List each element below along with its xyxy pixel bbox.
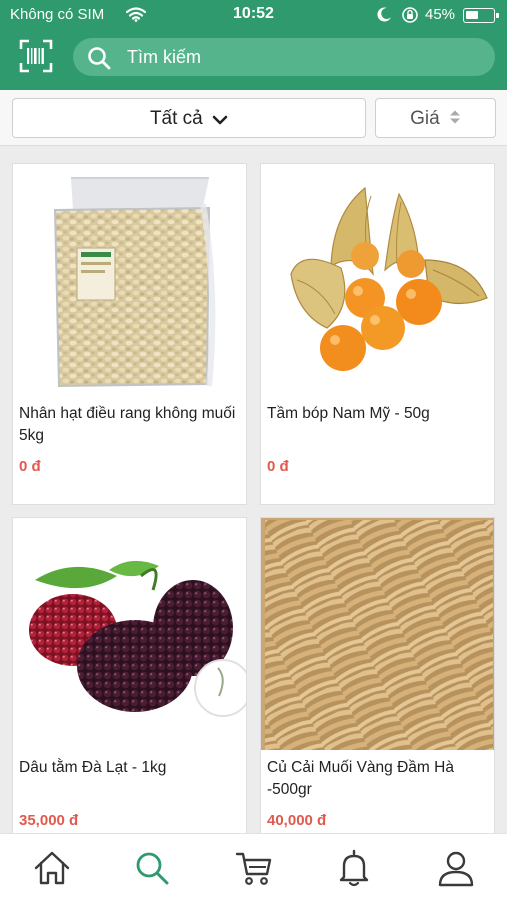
product-name: Nhân hạt điều rang không muối 5kg <box>19 405 236 444</box>
battery-icon <box>463 8 499 23</box>
barcode-scan-icon[interactable] <box>18 38 54 74</box>
physalis-image <box>261 164 494 396</box>
chevron-down-icon <box>212 115 228 125</box>
price-sort-button[interactable]: Giá <box>375 98 496 138</box>
mulberry-image <box>13 518 246 750</box>
product-price: 0 đ <box>267 458 289 475</box>
search-icon[interactable] <box>132 848 172 888</box>
bell-icon[interactable] <box>334 848 374 888</box>
category-dropdown[interactable]: Tất cả <box>12 98 366 138</box>
rotation-lock-icon <box>401 6 419 28</box>
product-price: 0 đ <box>19 458 41 475</box>
filter-bar: Tất cả Giá <box>0 90 507 146</box>
user-icon[interactable] <box>436 848 476 888</box>
product-card[interactable]: Dâu tằm Đà Lạt - 1kg 35,000 đ <box>12 517 247 847</box>
search-icon <box>87 46 111 75</box>
category-dropdown-label: Tất cả <box>149 108 203 129</box>
product-card[interactable]: Tầm bóp Nam Mỹ - 50g 0 đ <box>260 163 495 505</box>
app-header: Không có SIM 10:52 45% Tìm kiếm <box>0 0 507 90</box>
product-card[interactable]: Nhân hạt điều rang không muối 5kg 0 đ <box>12 163 247 505</box>
battery-percent: 45% <box>425 6 456 23</box>
moon-icon <box>377 6 393 26</box>
product-price: 35,000 đ <box>19 812 79 829</box>
battery-level <box>466 11 478 19</box>
home-icon[interactable] <box>32 848 72 888</box>
product-name: Dâu tằm Đà Lạt - 1kg <box>19 759 167 776</box>
sort-icon <box>449 110 460 124</box>
product-name: Củ Cải Muối Vàng Đầm Hà -500gr <box>267 759 454 798</box>
status-bar: Không có SIM 10:52 45% <box>0 0 507 30</box>
product-price: 40,000 đ <box>267 812 327 829</box>
cart-icon[interactable] <box>234 848 274 888</box>
product-card[interactable]: Củ Cải Muối Vàng Đầm Hà -500gr 40,000 đ <box>260 517 495 847</box>
search-input[interactable]: Tìm kiếm <box>73 38 495 76</box>
search-placeholder: Tìm kiếm <box>127 47 201 67</box>
cashew-bag-image <box>13 164 246 396</box>
product-name: Tầm bóp Nam Mỹ - 50g <box>267 405 430 422</box>
bottom-navigation <box>0 833 507 900</box>
price-sort-label: Giá <box>410 108 440 129</box>
pickled-radish-image <box>261 518 494 750</box>
